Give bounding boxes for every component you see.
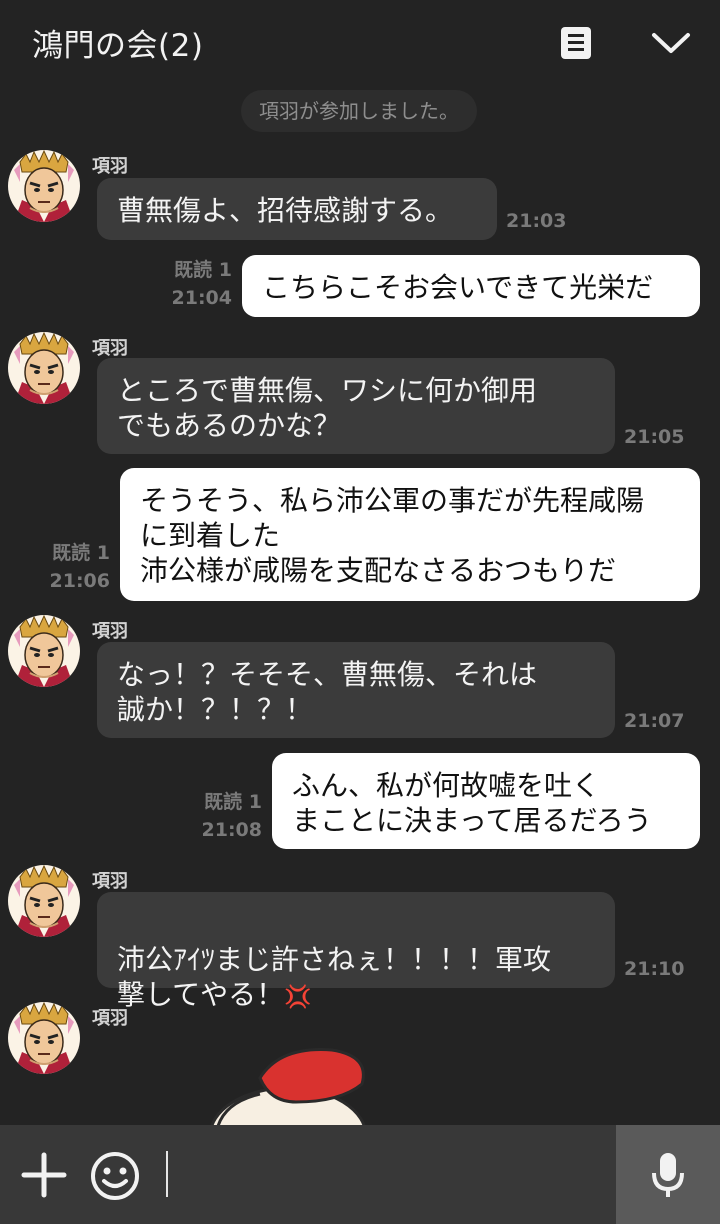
chat-header: 鴻門の会(2) — [0, 0, 720, 86]
system-message: 項羽が参加しました。 — [241, 90, 477, 132]
collapse-button[interactable] — [650, 28, 692, 58]
message-bubble[interactable]: ところで曹無傷、ワシに何か御用 でもあるのかな？ — [97, 358, 615, 454]
avatar[interactable] — [8, 1002, 80, 1074]
message-bubble[interactable]: ふん、私が何故嘘を吐く まことに決まって居るだろう — [272, 753, 700, 849]
message-bubble[interactable]: なっ！？そそそ、曹無傷、それは 誠か！？！？！ — [97, 642, 615, 738]
plus-button[interactable] — [20, 1151, 68, 1199]
avatar[interactable] — [8, 865, 80, 937]
message-time: 21:08 — [201, 819, 262, 841]
message-time: 21:10 — [624, 958, 685, 980]
message-bubble[interactable]: こちらこそお会いできて光栄だ — [242, 255, 700, 317]
anger-emoji: 💢 — [284, 985, 312, 1010]
chat-title: 鴻門の会(2) — [32, 28, 204, 64]
read-status: 既読 1 — [52, 542, 110, 564]
emoji-icon — [91, 1152, 139, 1200]
avatar-image — [8, 615, 80, 687]
avatar-image — [8, 865, 80, 937]
message-time: 21:06 — [49, 570, 110, 592]
input-bar — [0, 1125, 720, 1224]
avatar[interactable] — [8, 332, 80, 404]
read-status: 既読 1 — [174, 259, 232, 281]
sender-name: 項羽 — [92, 156, 128, 177]
avatar-image — [8, 150, 80, 222]
message-input[interactable] — [170, 1145, 604, 1207]
plus-icon — [21, 1152, 67, 1198]
emoji-button[interactable] — [90, 1151, 140, 1201]
avatar[interactable] — [8, 150, 80, 222]
note-icon — [561, 27, 591, 59]
sender-name: 項羽 — [92, 871, 128, 892]
avatar-image — [8, 332, 80, 404]
microphone-button[interactable] — [616, 1125, 720, 1224]
message-time: 21:04 — [171, 287, 232, 309]
avatar[interactable] — [8, 615, 80, 687]
chevron-down-icon — [652, 33, 690, 53]
message-time: 21:05 — [624, 426, 685, 448]
sticker-image[interactable] — [200, 1040, 380, 1126]
message-text: 沛公ｱｲﾂまじ許さねぇ！！！！軍攻 撃してやる！ — [117, 943, 552, 1011]
avatar-image — [8, 1002, 80, 1074]
microphone-icon — [652, 1153, 684, 1197]
sender-name: 項羽 — [92, 338, 128, 359]
text-cursor — [166, 1151, 168, 1197]
message-time: 21:03 — [506, 210, 567, 232]
message-bubble[interactable]: 沛公ｱｲﾂまじ許さねぇ！！！！軍攻 撃してやる！💢 — [97, 892, 615, 1011]
sender-name: 項羽 — [92, 621, 128, 642]
message-bubble[interactable]: そうそう、私ら沛公軍の事だが先程咸陽 に到着した 沛公様が咸陽を支配なさるおつも… — [120, 468, 700, 601]
sender-name: 項羽 — [92, 1008, 128, 1029]
read-status: 既読 1 — [204, 791, 262, 813]
note-button[interactable] — [560, 26, 592, 60]
message-bubble[interactable]: 曹無傷よ、招待感謝する。 — [97, 178, 497, 240]
message-time: 21:07 — [624, 710, 685, 732]
